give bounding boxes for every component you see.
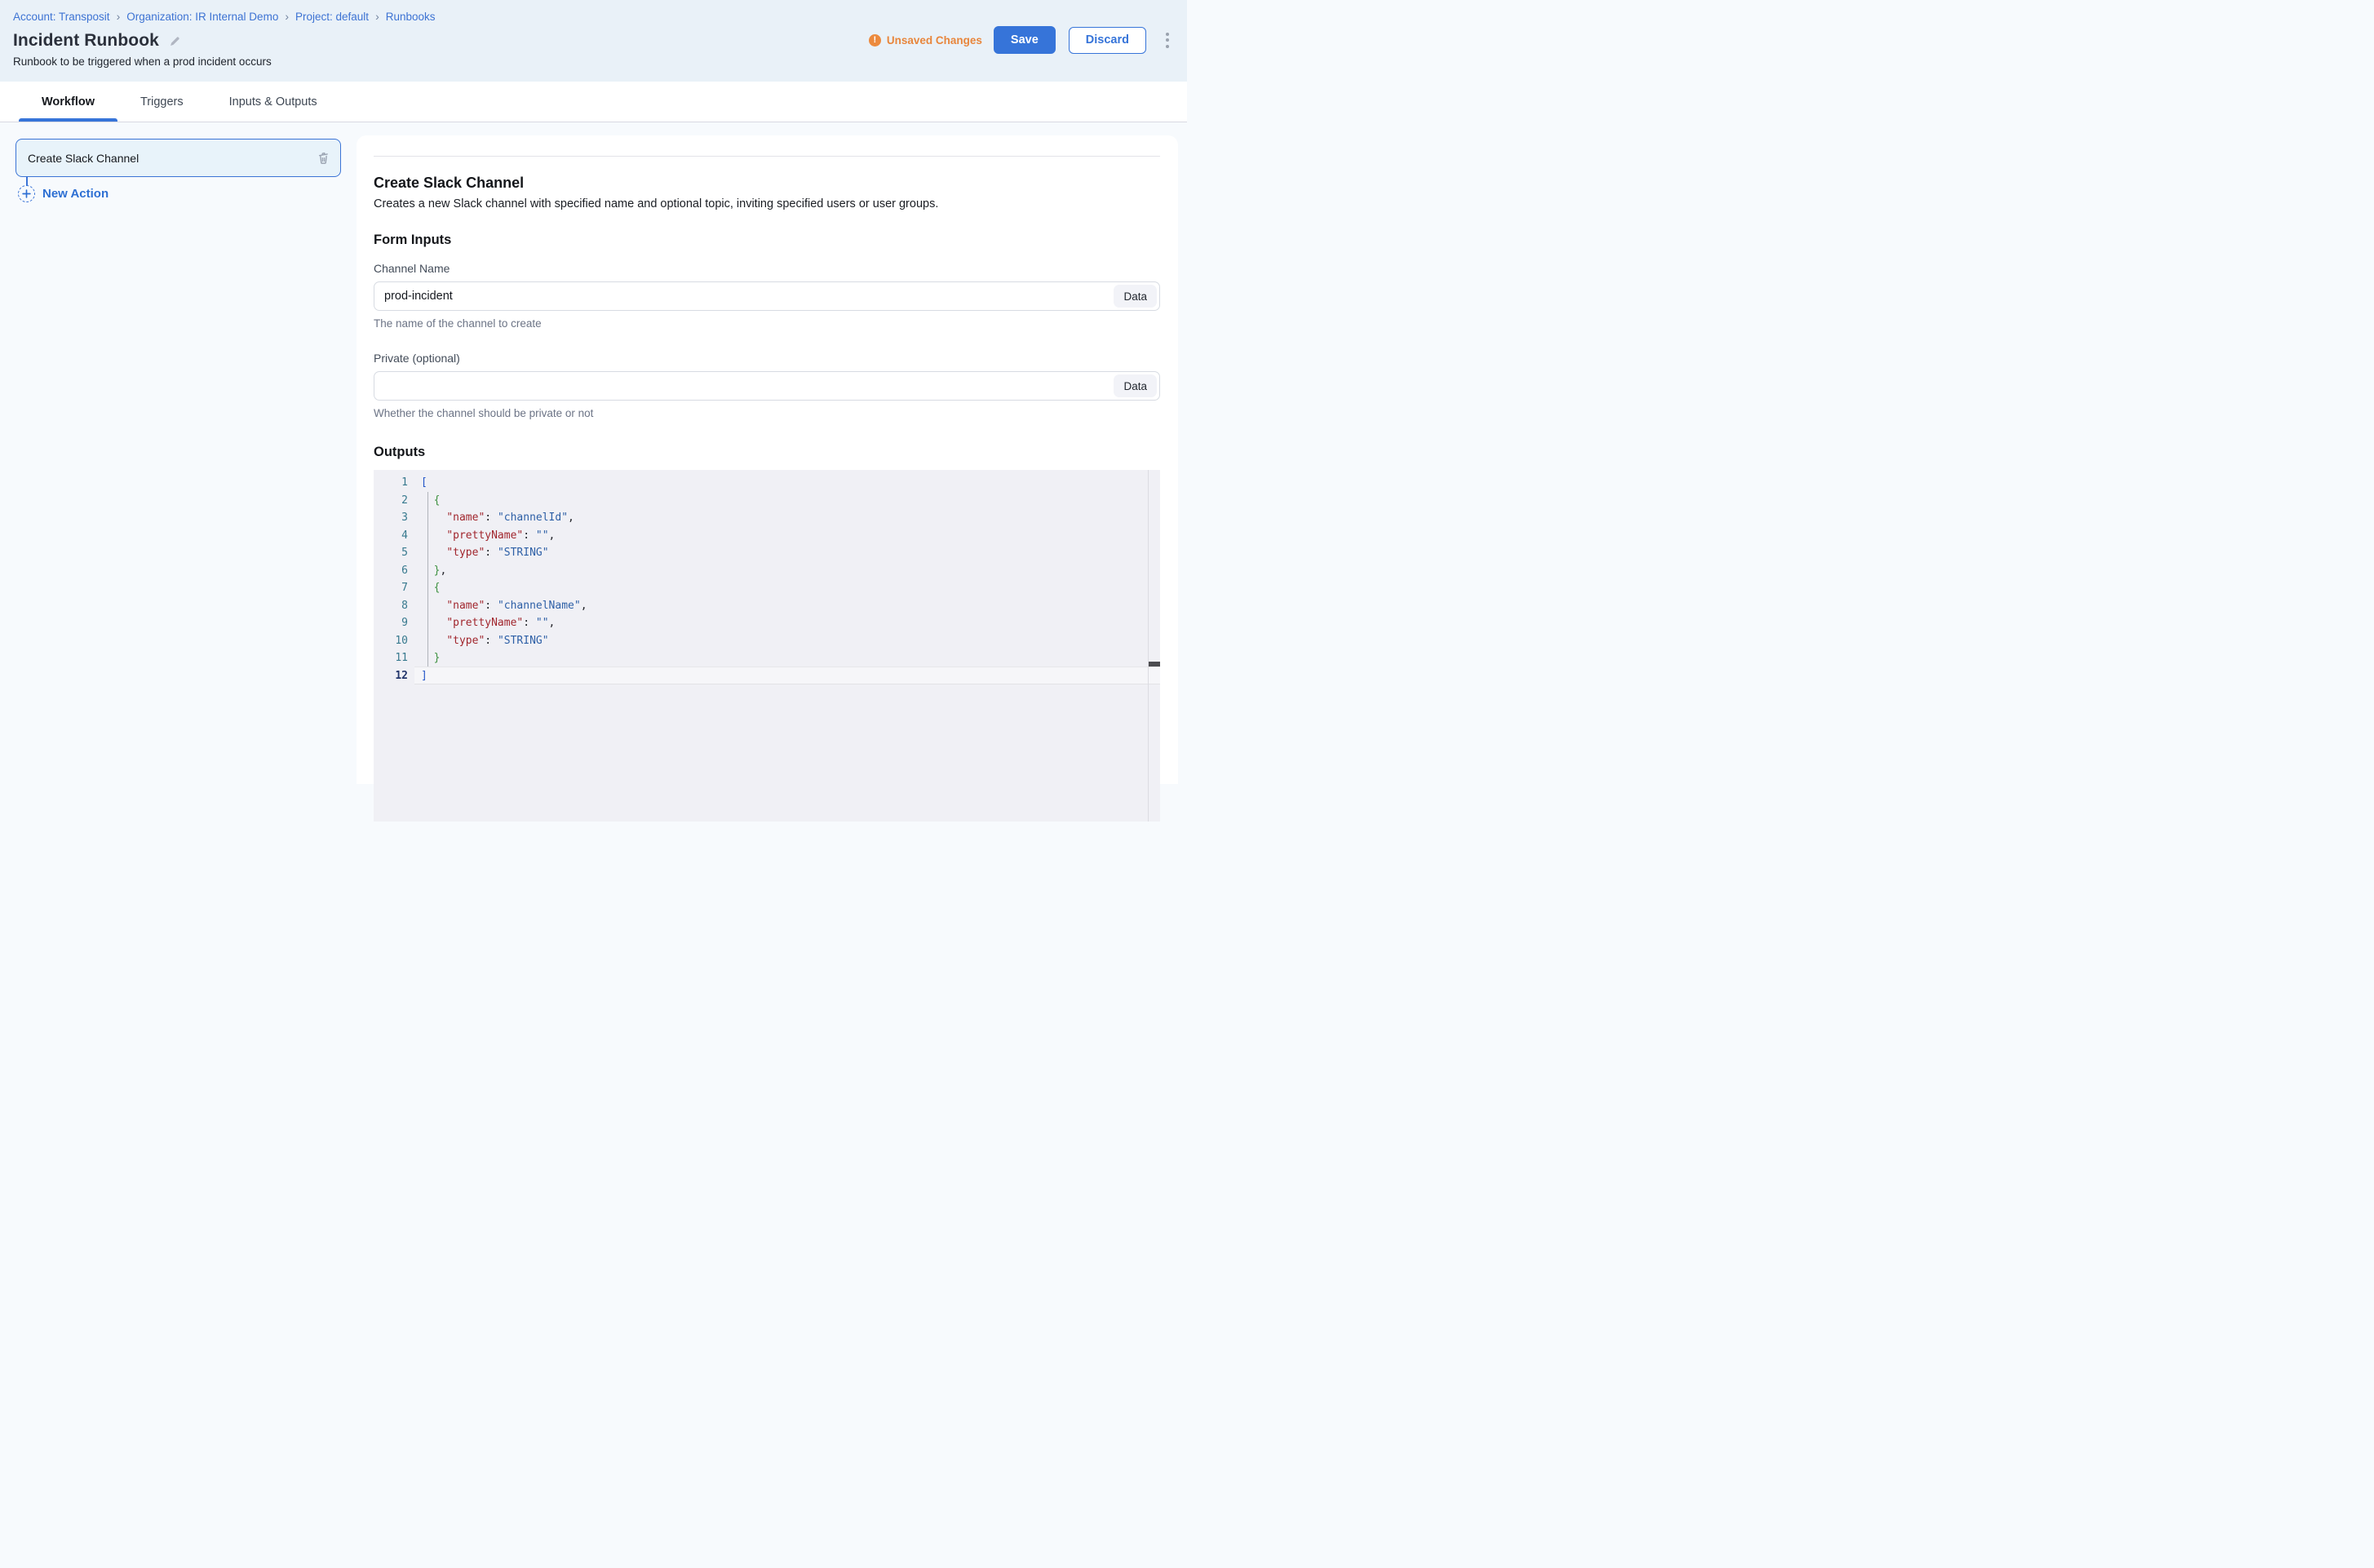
page-header: Account: Transposit › Organization: IR I… bbox=[0, 0, 1187, 82]
code-text: "name": "channelId", bbox=[421, 509, 574, 527]
code-lines: 1[2 {3 "name": "channelId",4 "prettyName… bbox=[374, 470, 1160, 684]
code-text: "prettyName": "", bbox=[421, 527, 555, 545]
line-number: 11 bbox=[374, 649, 421, 667]
channel-name-helper: The name of the channel to create bbox=[374, 317, 1160, 330]
warning-icon: ! bbox=[869, 34, 881, 47]
code-text: "prettyName": "", bbox=[421, 614, 555, 632]
code-line-12[interactable]: 12] bbox=[374, 667, 1160, 685]
tab-inputs-outputs[interactable]: Inputs & Outputs bbox=[206, 82, 340, 122]
code-text: "name": "channelName", bbox=[421, 597, 587, 615]
form-inputs-heading: Form Inputs bbox=[374, 233, 1160, 248]
panel-divider bbox=[374, 156, 1160, 157]
code-line-1[interactable]: 1[ bbox=[374, 474, 1160, 492]
line-number: 12 bbox=[374, 667, 421, 685]
line-number: 9 bbox=[374, 614, 421, 632]
save-button[interactable]: Save bbox=[994, 26, 1056, 54]
private-input[interactable] bbox=[374, 371, 1160, 401]
trash-icon bbox=[317, 151, 330, 165]
code-line-7[interactable]: 7 { bbox=[374, 579, 1160, 597]
line-number: 1 bbox=[374, 474, 421, 492]
kebab-menu-icon[interactable] bbox=[1161, 28, 1174, 53]
page-title: Incident Runbook bbox=[13, 31, 159, 51]
code-text: { bbox=[421, 579, 440, 597]
line-number: 3 bbox=[374, 509, 421, 527]
code-line-2[interactable]: 2 { bbox=[374, 492, 1160, 510]
tab-workflow[interactable]: Workflow bbox=[19, 82, 117, 122]
channel-name-input[interactable] bbox=[374, 281, 1160, 311]
chevron-right-icon: › bbox=[285, 10, 289, 23]
code-text: "type": "STRING" bbox=[421, 544, 549, 562]
action-detail-panel: Create Slack Channel Creates a new Slack… bbox=[357, 135, 1178, 784]
code-line-10[interactable]: 10 "type": "STRING" bbox=[374, 632, 1160, 650]
pencil-icon bbox=[169, 35, 181, 47]
channel-name-label: Channel Name bbox=[374, 262, 1160, 275]
line-number: 6 bbox=[374, 562, 421, 580]
outputs-code-editor[interactable]: 1[2 {3 "name": "channelId",4 "prettyName… bbox=[374, 470, 1160, 822]
code-line-6[interactable]: 6 }, bbox=[374, 562, 1160, 580]
editor-scrollbar-track bbox=[1148, 470, 1149, 822]
line-number: 2 bbox=[374, 492, 421, 510]
code-line-3[interactable]: 3 "name": "channelId", bbox=[374, 509, 1160, 527]
private-helper: Whether the channel should be private or… bbox=[374, 407, 1160, 419]
action-detail-description: Creates a new Slack channel with specifi… bbox=[374, 197, 1160, 210]
code-text: "type": "STRING" bbox=[421, 632, 549, 650]
code-line-5[interactable]: 5 "type": "STRING" bbox=[374, 544, 1160, 562]
code-line-4[interactable]: 4 "prettyName": "", bbox=[374, 527, 1160, 545]
line-number: 8 bbox=[374, 597, 421, 615]
line-number: 10 bbox=[374, 632, 421, 650]
code-line-8[interactable]: 8 "name": "channelName", bbox=[374, 597, 1160, 615]
plus-icon bbox=[18, 185, 35, 202]
code-text: { bbox=[421, 492, 440, 510]
action-card-label: Create Slack Channel bbox=[28, 152, 139, 165]
code-line-11[interactable]: 11 } bbox=[374, 649, 1160, 667]
edit-title-button[interactable] bbox=[169, 35, 181, 47]
breadcrumb-project-link[interactable]: Project: default bbox=[295, 11, 369, 23]
unsaved-changes-label: Unsaved Changes bbox=[887, 34, 982, 47]
workflow-action-list: Create Slack Channel New Action bbox=[0, 122, 357, 784]
code-line-9[interactable]: 9 "prettyName": "", bbox=[374, 614, 1160, 632]
code-text: ] bbox=[421, 667, 427, 685]
editor-scrollbar-thumb[interactable] bbox=[1149, 662, 1160, 667]
new-action-label: New Action bbox=[42, 187, 109, 201]
outputs-heading: Outputs bbox=[374, 445, 1160, 460]
action-card-create-slack-channel[interactable]: Create Slack Channel bbox=[16, 139, 341, 177]
code-text: } bbox=[421, 649, 440, 667]
unsaved-changes-badge: ! Unsaved Changes bbox=[869, 34, 982, 47]
code-text: }, bbox=[421, 562, 446, 580]
private-label: Private (optional) bbox=[374, 352, 1160, 365]
chevron-right-icon: › bbox=[117, 10, 121, 23]
discard-button[interactable]: Discard bbox=[1069, 27, 1146, 54]
breadcrumb-runbooks-link[interactable]: Runbooks bbox=[386, 11, 436, 23]
page-subtitle: Runbook to be triggered when a prod inci… bbox=[13, 55, 1174, 68]
breadcrumb-account-link[interactable]: Account: Transposit bbox=[13, 11, 110, 23]
new-action-button[interactable]: New Action bbox=[18, 185, 357, 202]
channel-name-data-button[interactable]: Data bbox=[1114, 285, 1157, 308]
line-number: 7 bbox=[374, 579, 421, 597]
delete-action-button[interactable] bbox=[317, 151, 330, 165]
chevron-right-icon: › bbox=[375, 10, 379, 23]
breadcrumb: Account: Transposit › Organization: IR I… bbox=[13, 10, 1174, 23]
action-detail-title: Create Slack Channel bbox=[374, 175, 1160, 192]
tab-bar: Workflow Triggers Inputs & Outputs bbox=[0, 82, 1187, 122]
line-number: 5 bbox=[374, 544, 421, 562]
workflow-connector-line bbox=[26, 177, 28, 186]
code-text: [ bbox=[421, 474, 427, 492]
line-number: 4 bbox=[374, 527, 421, 545]
private-data-button[interactable]: Data bbox=[1114, 374, 1157, 397]
breadcrumb-organization-link[interactable]: Organization: IR Internal Demo bbox=[126, 11, 278, 23]
tab-triggers[interactable]: Triggers bbox=[117, 82, 206, 122]
